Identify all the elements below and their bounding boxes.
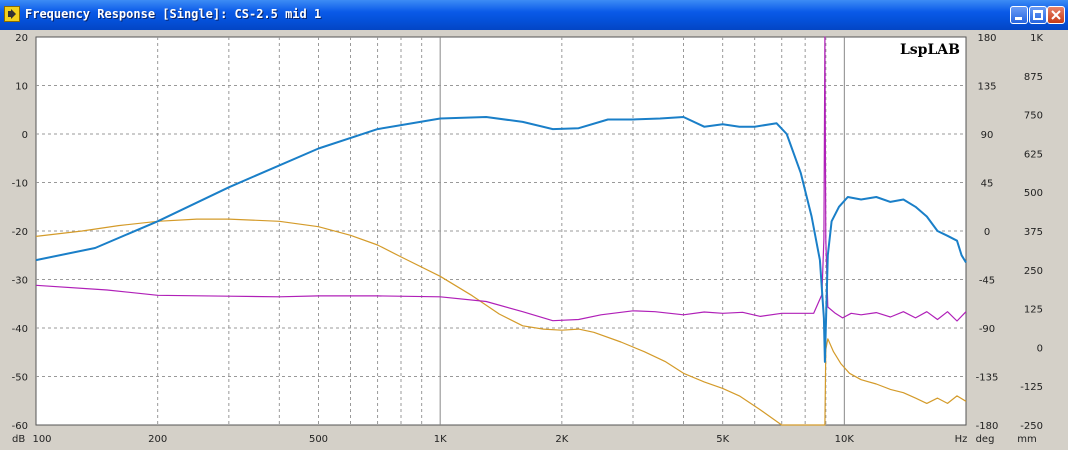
minimize-button[interactable] [1010,6,1028,24]
y-right-deg-tick-label: -135 [976,373,999,384]
y-right-mm-tick-label: 625 [1024,149,1043,160]
speaker-icon[interactable] [4,6,20,22]
x-tick-label: 2K [555,434,568,445]
y-right-mm-tick-label: 375 [1024,227,1043,238]
x-tick-label: 100 [32,434,51,445]
x-unit-label: Hz [955,434,968,445]
close-icon [1051,10,1061,20]
maximize-button[interactable] [1029,6,1047,24]
watermark-logo: LspLAB [900,42,960,58]
maximize-icon [1033,10,1043,20]
y-right-mm-tick-label: -250 [1020,421,1043,432]
minimize-icon [1015,17,1022,20]
y-left-tick-label: -20 [12,227,28,238]
y-left-tick-label: 10 [15,82,28,93]
y-right-deg-tick-label: -180 [976,421,999,432]
y-right-deg-tick-label: -90 [979,324,995,335]
y-right-mm-tick-label: 250 [1024,266,1043,277]
title-bar[interactable]: Frequency Response [Single]: CS-2.5 mid … [0,0,1068,30]
x-tick-label: 200 [148,434,167,445]
frequency-response-chart[interactable]: 20100-10-20-30-40-50-6018013590450-45-90… [0,30,1068,450]
y-right-mm-tick-label: -125 [1020,382,1043,393]
x-tick-label: 5K [716,434,729,445]
y-right-mm-tick-label: 1K [1030,33,1043,44]
plot-area: 20 10 0 -10 -20 -30 -40 -50 -60 180 135 90 45 0 -45 -90… [0,30,1068,450]
y-left-tick-label: 0 [22,130,28,141]
y-left-tick-label: -10 [12,179,28,190]
y-right-mm-tick-label: 0 [1037,343,1043,354]
x-tick-label: 500 [309,434,328,445]
y-right-deg-tick-label: 90 [981,130,994,141]
x-tick-label: 10K [835,434,855,445]
y-left-unit-label: dB [12,434,25,445]
y-right-deg-tick-label: 0 [984,227,990,238]
y-left-tick-label: 20 [15,33,28,44]
y-right-mm-tick-label: 500 [1024,188,1043,199]
y-right-deg-unit-label: deg [976,434,995,445]
y-right-deg-tick-label: 135 [977,82,996,93]
y-right-mm-tick-label: 750 [1024,111,1043,122]
close-button[interactable] [1047,6,1065,24]
y-left-tick-label: -60 [12,421,28,432]
y-left-tick-label: -40 [12,324,28,335]
y-right-mm-tick-label: 875 [1024,72,1043,83]
app-window: Frequency Response [Single]: CS-2.5 mid … [0,0,1068,450]
y-right-deg-tick-label: 45 [981,179,994,190]
window-title: Frequency Response [Single]: CS-2.5 mid … [25,7,322,21]
y-right-deg-tick-label: 180 [977,33,996,44]
y-right-mm-tick-label: 125 [1024,305,1043,316]
y-right-deg-tick-label: -45 [979,276,995,287]
y-left-tick-label: -50 [12,373,28,384]
x-tick-label: 1K [434,434,447,445]
y-right-mm-unit-label: mm [1017,434,1036,445]
y-left-tick-label: -30 [12,276,28,287]
